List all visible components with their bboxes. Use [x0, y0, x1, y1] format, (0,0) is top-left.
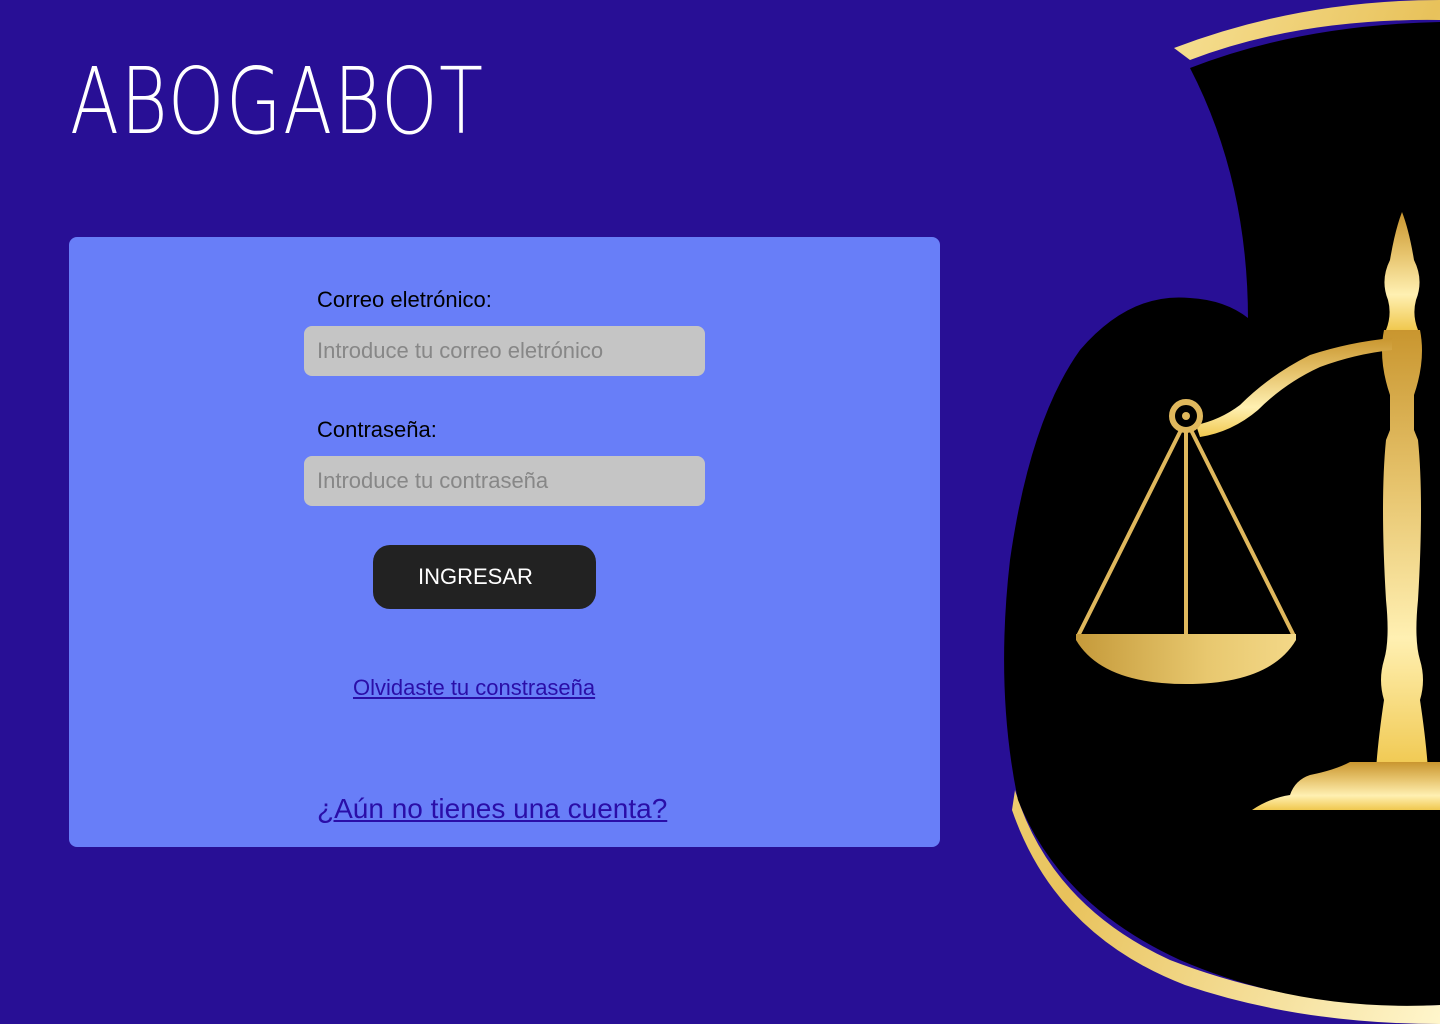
- password-label: Contraseña:: [317, 417, 437, 442]
- email-field[interactable]: [304, 326, 705, 376]
- email-label: Correo eletrónico:: [317, 287, 492, 312]
- forgot-password-link[interactable]: Olvidaste tu constraseña: [353, 675, 595, 701]
- brand-logo: ABOGABOT: [70, 48, 485, 155]
- password-field[interactable]: [304, 456, 705, 506]
- login-card: Correo eletrónico: Contraseña: INGRESAR …: [69, 237, 940, 847]
- login-button[interactable]: INGRESAR: [373, 545, 596, 609]
- login-page: ABOGABOT Correo eletrónico: Contraseña: …: [0, 0, 1440, 1024]
- signup-link[interactable]: ¿Aún no tienes una cuenta?: [317, 793, 667, 825]
